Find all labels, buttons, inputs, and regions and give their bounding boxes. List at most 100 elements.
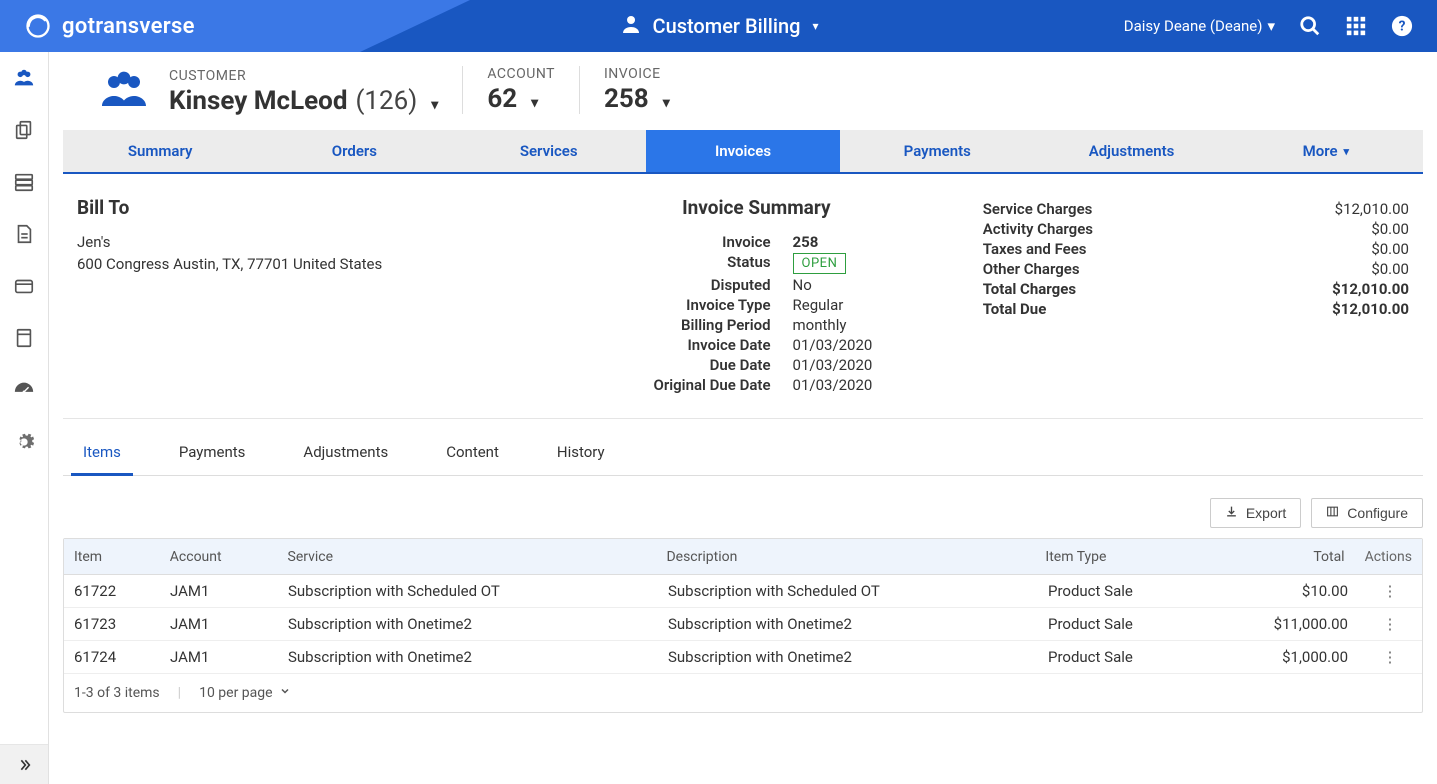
table-footer: 1-3 of 3 items | 10 per page: [64, 674, 1422, 712]
bill-to-section: Bill To Jen's 600 Congress Austin, TX, 7…: [77, 196, 530, 396]
cell-account: JAM1: [160, 582, 278, 600]
tab-adjustments[interactable]: Adjustments: [1034, 130, 1228, 172]
cell-type: Product Sale: [1038, 648, 1198, 666]
svg-text:?: ?: [1399, 19, 1406, 35]
charge-label: Service Charges: [983, 200, 1093, 218]
sidebar-expand-toggle[interactable]: [0, 744, 48, 784]
cell-service: Subscription with Scheduled OT: [278, 582, 658, 600]
app-switcher[interactable]: Customer Billing ▾: [619, 12, 819, 41]
cell-item: 61724: [64, 648, 160, 666]
charge-label: Taxes and Fees: [983, 240, 1087, 258]
kv-label: Original Due Date: [530, 376, 793, 394]
col-header[interactable]: Description: [656, 549, 1035, 565]
subtab-items[interactable]: Items: [71, 433, 133, 476]
sidebar-item-server[interactable]: [0, 156, 48, 208]
apps-icon[interactable]: [1345, 15, 1367, 37]
tab-services[interactable]: Services: [452, 130, 646, 172]
subtab-adjustments[interactable]: Adjustments: [291, 433, 400, 476]
table-row: 61724 JAM1 Subscription with Onetime2 Su…: [64, 641, 1422, 674]
cell-total: $10.00: [1198, 582, 1358, 600]
table-row: 61723 JAM1 Subscription with Onetime2 Su…: [64, 608, 1422, 641]
help-icon[interactable]: ?: [1391, 15, 1413, 37]
col-header[interactable]: Service: [278, 549, 657, 565]
subtab-payments[interactable]: Payments: [167, 433, 258, 476]
cell-account: JAM1: [160, 615, 278, 633]
top-bar: gotransverse Customer Billing ▾ Daisy De…: [0, 0, 1437, 52]
col-header[interactable]: Account: [160, 549, 278, 565]
sidebar-item-copy[interactable]: [0, 104, 48, 156]
button-label: Configure: [1347, 505, 1408, 521]
search-icon[interactable]: [1299, 15, 1321, 37]
charge-value: $0.00: [1371, 220, 1409, 238]
row-actions-menu[interactable]: ⋮: [1383, 582, 1398, 600]
button-label: Export: [1246, 505, 1286, 521]
crumb-account-dropdown[interactable]: 62 ▾: [487, 84, 555, 114]
tab-more[interactable]: More ▾: [1229, 130, 1423, 172]
subtab-history[interactable]: History: [545, 433, 617, 476]
crumb-customer-dropdown[interactable]: Kinsey McLeod (126) ▾: [169, 86, 438, 116]
col-header[interactable]: Total: [1195, 549, 1355, 565]
tab-label: Summary: [128, 142, 193, 160]
col-header[interactable]: Item: [64, 549, 160, 565]
bill-to-address: 600 Congress Austin, TX, 77701 United St…: [77, 255, 530, 273]
kv-value: 01/03/2020: [793, 356, 983, 374]
caret-down-icon: ▾: [431, 97, 438, 113]
kv-label: Status: [530, 253, 793, 274]
row-actions-menu[interactable]: ⋮: [1383, 648, 1398, 666]
charge-value: $12,010.00: [1332, 300, 1409, 318]
bill-to-name: Jen's: [77, 233, 530, 251]
tab-label: More: [1303, 142, 1338, 160]
tab-label: Invoices: [715, 142, 771, 160]
sidebar-item-dashboard[interactable]: [0, 364, 48, 416]
per-page-label: 10 per page: [199, 685, 272, 701]
subtab-label: Payments: [179, 443, 246, 461]
col-header: Actions: [1355, 549, 1422, 565]
cell-service: Subscription with Onetime2: [278, 648, 658, 666]
brand-logo[interactable]: gotransverse: [0, 12, 195, 40]
cell-description: Subscription with Scheduled OT: [658, 582, 1038, 600]
invoice-summary-section: Invoice Summary Invoice258 StatusOPEN Di…: [530, 196, 983, 396]
items-table: Item Account Service Description Item Ty…: [63, 538, 1423, 713]
tab-invoices[interactable]: Invoices: [646, 130, 840, 172]
sidebar-item-calculator[interactable]: [0, 312, 48, 364]
sidebar-item-card[interactable]: [0, 260, 48, 312]
brand-icon: [24, 12, 52, 40]
sidebar-item-settings[interactable]: [0, 416, 48, 468]
export-button[interactable]: Export: [1210, 498, 1301, 528]
crumb-invoice-dropdown[interactable]: 258 ▾: [604, 84, 670, 114]
kv-value: Regular: [793, 296, 983, 314]
sidebar-item-customers[interactable]: [0, 52, 48, 104]
breadcrumb: CUSTOMER Kinsey McLeod (126) ▾ ACCOUNT 6…: [63, 66, 1423, 118]
caret-down-icon: ▾: [1344, 145, 1350, 158]
subtab-content[interactable]: Content: [434, 433, 511, 476]
configure-button[interactable]: Configure: [1311, 498, 1423, 528]
crumb-invoice-value: 258: [604, 84, 649, 114]
main-tabs: Summary Orders Services Invoices Payment…: [63, 130, 1423, 174]
kv-label: Invoice Type: [530, 296, 793, 314]
sidebar-item-document[interactable]: [0, 208, 48, 260]
user-menu[interactable]: Daisy Deane (Deane) ▾: [1124, 17, 1275, 35]
crumb-account-label: ACCOUNT: [487, 66, 555, 82]
crumb-customer-label: CUSTOMER: [169, 68, 438, 84]
tab-summary[interactable]: Summary: [63, 130, 257, 172]
cell-total: $11,000.00: [1198, 615, 1358, 633]
cell-item: 61722: [64, 582, 160, 600]
subtab-label: Content: [446, 443, 499, 461]
chevron-down-icon: [279, 685, 291, 701]
tab-payments[interactable]: Payments: [840, 130, 1034, 172]
charge-label: Total Charges: [983, 280, 1076, 298]
table-row: 61722 JAM1 Subscription with Scheduled O…: [64, 575, 1422, 608]
caret-down-icon: ▾: [1267, 17, 1275, 35]
table-header: Item Account Service Description Item Ty…: [64, 539, 1422, 575]
bill-to-heading: Bill To: [77, 196, 530, 219]
per-page-dropdown[interactable]: 10 per page: [199, 685, 290, 701]
caret-down-icon: ▾: [812, 19, 818, 33]
row-actions-menu[interactable]: ⋮: [1383, 615, 1398, 633]
subtab-label: History: [557, 443, 605, 461]
col-header[interactable]: Item Type: [1035, 549, 1195, 565]
charge-label: Other Charges: [983, 260, 1080, 278]
cell-service: Subscription with Onetime2: [278, 615, 658, 633]
subtab-label: Items: [83, 443, 121, 461]
download-icon: [1225, 505, 1238, 521]
tab-orders[interactable]: Orders: [257, 130, 451, 172]
